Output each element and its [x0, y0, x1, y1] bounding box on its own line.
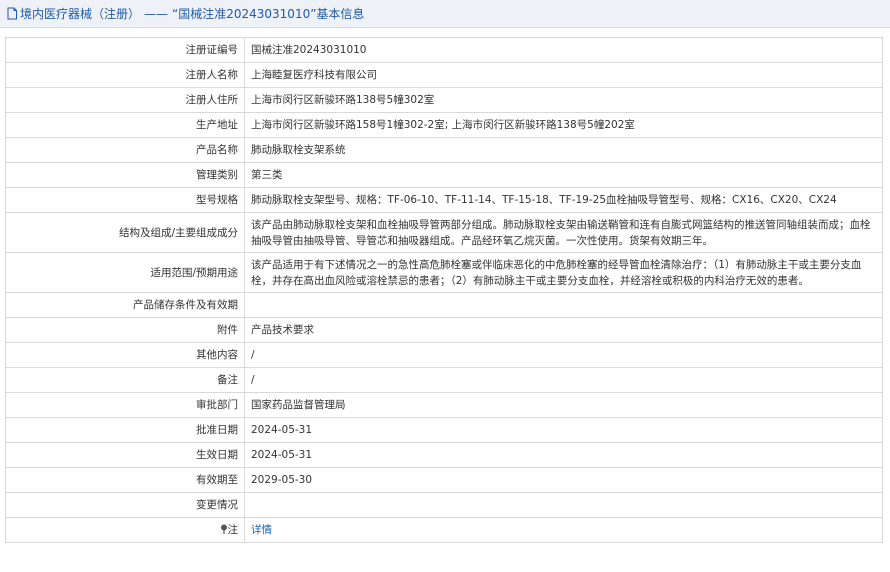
row-label: 型号规格	[5, 187, 245, 213]
row-value: 肺动脉取栓支架型号、规格：TF-06-10、TF-11-14、TF-15-18、…	[244, 187, 883, 213]
row-value-note: 详情	[244, 517, 883, 543]
table-row: 审批部门 国家药品监督管理局	[5, 392, 883, 418]
row-label: 注册证编号	[5, 37, 245, 63]
row-value: 2024-05-31	[244, 417, 883, 443]
table-row-note: 注 详情	[5, 517, 883, 543]
table-row: 注册人名称 上海睦复医疗科技有限公司	[5, 62, 883, 88]
row-label: 注册人住所	[5, 87, 245, 113]
row-label: 有效期至	[5, 467, 245, 493]
row-label: 产品储存条件及有效期	[5, 292, 245, 318]
row-value: 国家药品监督管理局	[244, 392, 883, 418]
table-row: 型号规格 肺动脉取栓支架型号、规格：TF-06-10、TF-11-14、TF-1…	[5, 187, 883, 213]
row-label: 管理类别	[5, 162, 245, 188]
table-row: 注册证编号 国械注准20243031010	[5, 37, 883, 63]
row-value: 上海市闵行区新骏环路158号1幢302-2室; 上海市闵行区新骏环路138号5幢…	[244, 112, 883, 138]
note-label: 注	[227, 524, 239, 536]
table-row: 其他内容 /	[5, 342, 883, 368]
row-label: 变更情况	[5, 492, 245, 518]
row-value: /	[244, 342, 883, 368]
row-value: 产品技术要求	[244, 317, 883, 343]
row-value: 2029-05-30	[244, 467, 883, 493]
row-value: 第三类	[244, 162, 883, 188]
table-row: 管理类别 第三类	[5, 162, 883, 188]
info-table: 注册证编号 国械注准20243031010 注册人名称 上海睦复医疗科技有限公司…	[5, 37, 883, 543]
row-label: 产品名称	[5, 137, 245, 163]
row-label: 注册人名称	[5, 62, 245, 88]
header-category: 境内医疗器械（注册）	[20, 7, 141, 21]
row-value: 上海睦复医疗科技有限公司	[244, 62, 883, 88]
page-header: 境内医疗器械（注册） —— “国械注准20243031010”基本信息	[0, 0, 890, 28]
header-separator: ——	[144, 6, 169, 21]
table-row: 生产地址 上海市闵行区新骏环路158号1幢302-2室; 上海市闵行区新骏环路1…	[5, 112, 883, 138]
row-label: 生效日期	[5, 442, 245, 468]
table-row: 结构及组成/主要组成成分 该产品由肺动脉取栓支架和血栓抽吸导管两部分组成。肺动脉…	[5, 212, 883, 253]
row-label: 其他内容	[5, 342, 245, 368]
row-value: 肺动脉取栓支架系统	[244, 137, 883, 163]
table-row: 注册人住所 上海市闵行区新骏环路138号5幢302室	[5, 87, 883, 113]
row-value: 该产品适用于有下述情况之一的急性高危肺栓塞或伴临床恶化的中危肺栓塞的经导管血栓清…	[244, 252, 883, 293]
table-row: 有效期至 2029-05-30	[5, 467, 883, 493]
table-row: 产品名称 肺动脉取栓支架系统	[5, 137, 883, 163]
row-label: 备注	[5, 367, 245, 393]
row-label: 生产地址	[5, 112, 245, 138]
row-label: 附件	[5, 317, 245, 343]
table-row: 批准日期 2024-05-31	[5, 417, 883, 443]
row-label: 结构及组成/主要组成成分	[5, 212, 245, 253]
details-link[interactable]: 详情	[251, 524, 272, 536]
table-row: 附件 产品技术要求	[5, 317, 883, 343]
table-row: 生效日期 2024-05-31	[5, 442, 883, 468]
row-label: 审批部门	[5, 392, 245, 418]
row-value: 2024-05-31	[244, 442, 883, 468]
row-value: 上海市闵行区新骏环路138号5幢302室	[244, 87, 883, 113]
row-value: 该产品由肺动脉取栓支架和血栓抽吸导管两部分组成。肺动脉取栓支架由输送鞘管和连有自…	[244, 212, 883, 253]
row-value: /	[244, 367, 883, 393]
table-row: 变更情况	[5, 492, 883, 518]
pin-icon	[220, 524, 227, 534]
row-value	[244, 292, 883, 318]
row-label: 批准日期	[5, 417, 245, 443]
row-value	[244, 492, 883, 518]
row-value: 国械注准20243031010	[244, 37, 883, 63]
header-title: “国械注准20243031010”基本信息	[172, 7, 365, 21]
row-label: 适用范围/预期用途	[5, 252, 245, 293]
table-row: 备注 /	[5, 367, 883, 393]
table-row: 产品储存条件及有效期	[5, 292, 883, 318]
table-row: 适用范围/预期用途 该产品适用于有下述情况之一的急性高危肺栓塞或伴临床恶化的中危…	[5, 252, 883, 293]
row-label-note: 注	[5, 517, 245, 543]
document-icon	[7, 7, 17, 20]
